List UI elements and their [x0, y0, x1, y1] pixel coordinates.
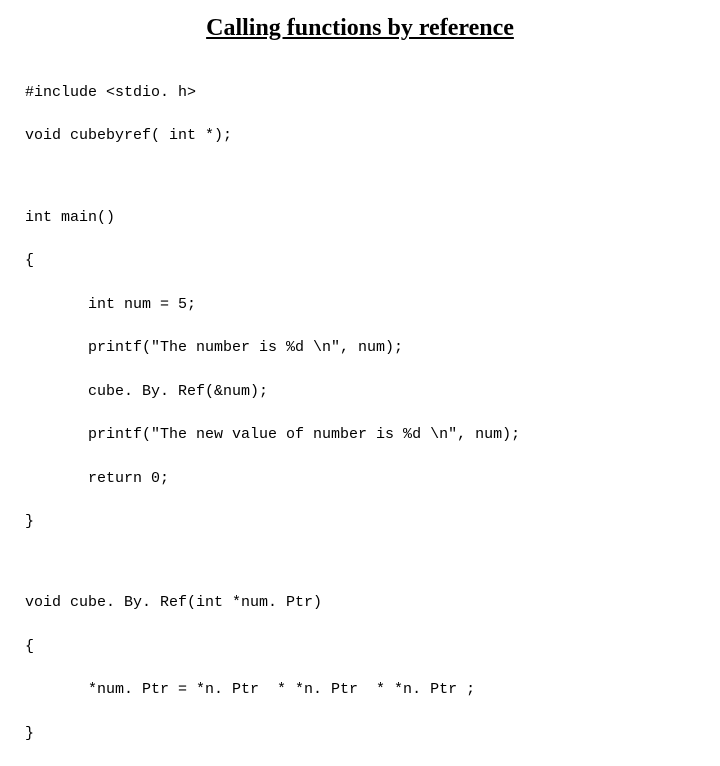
code-line: *num. Ptr = *n. Ptr * *n. Ptr * *n. Ptr … — [25, 679, 695, 701]
code-line: int num = 5; — [25, 294, 695, 316]
code-line: #include <stdio. h> — [25, 82, 695, 104]
code-line: return 0; — [25, 468, 695, 490]
code-line: { — [25, 250, 695, 272]
slide-title: Calling functions by reference — [25, 15, 695, 42]
code-line: int main() — [25, 207, 695, 229]
code-line: printf("The number is %d \n", num); — [25, 337, 695, 359]
blank-line — [25, 555, 695, 571]
code-content: #include <stdio. h> void cubebyref( int … — [25, 60, 695, 766]
code-line: } — [25, 723, 695, 745]
code-line: void cube. By. Ref(int *num. Ptr) — [25, 592, 695, 614]
code-line: cube. By. Ref(&num); — [25, 381, 695, 403]
blank-line — [25, 169, 695, 185]
code-line: } — [25, 511, 695, 533]
code-line: void cubebyref( int *); — [25, 125, 695, 147]
code-line: { — [25, 636, 695, 658]
code-line: printf("The new value of number is %d \n… — [25, 424, 695, 446]
